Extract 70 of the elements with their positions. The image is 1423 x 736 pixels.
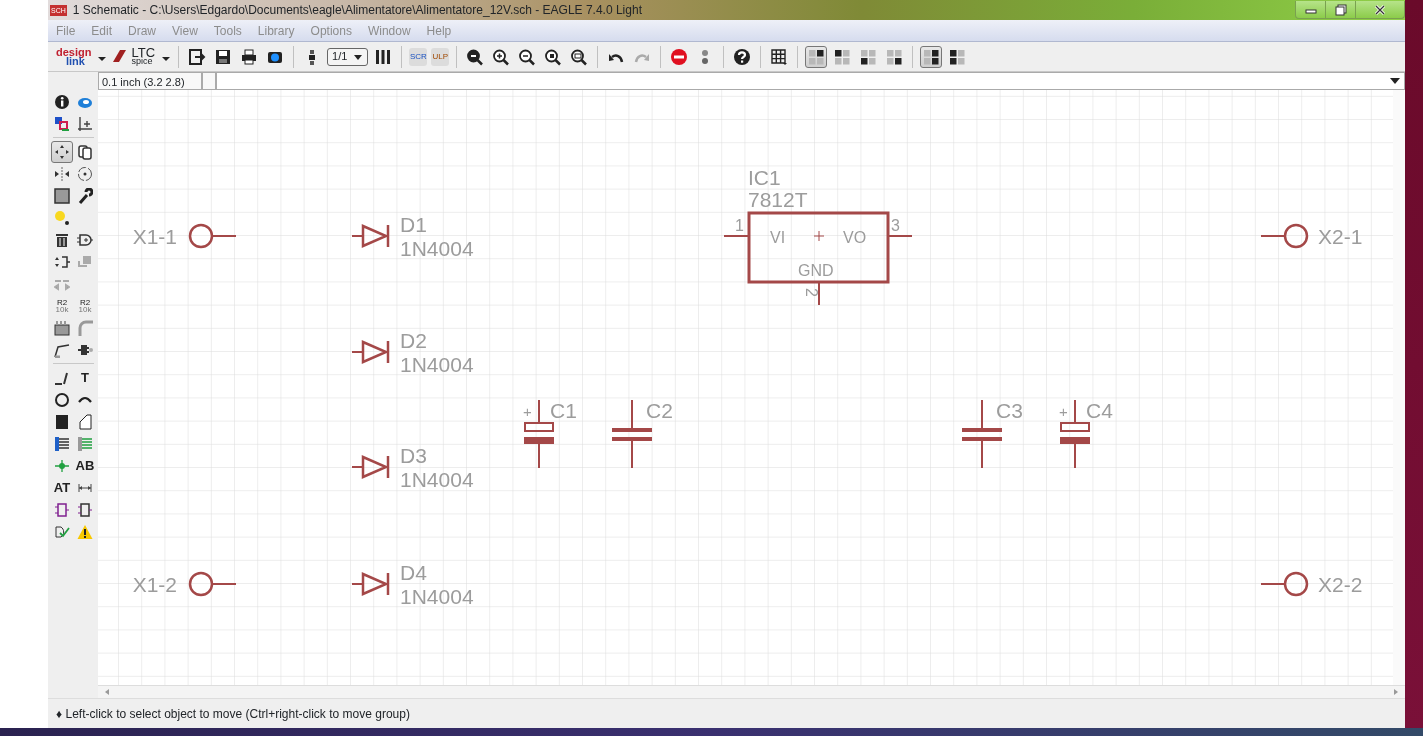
part-name: X2-2 [1318, 573, 1363, 596]
polarity-mark: + [1059, 403, 1068, 420]
connector-symbol [1260, 571, 1309, 597]
status-message: ♦ Left-click to select object to move (Ctrl+right-click to move group) [56, 705, 410, 723]
tool-button[interactable]: AT [51, 477, 73, 499]
menu-item[interactable]: Edit [83, 21, 121, 40]
menu-item[interactable]: Help [418, 21, 460, 40]
script-button[interactable]: SCR [409, 47, 428, 66]
scroll-right-icon[interactable] [1393, 688, 1399, 696]
part-name: X1-2 [132, 573, 177, 596]
part-name: D1 [400, 213, 427, 236]
diode-symbol [351, 572, 390, 596]
menu-item[interactable]: Tools [205, 21, 250, 40]
menu-item[interactable]: View [164, 21, 206, 40]
part-value: 1N4004 [400, 468, 474, 491]
input-field[interactable] [202, 72, 216, 90]
pin-number: 1 [735, 217, 744, 234]
window-title: 1 Schematic - C:\Users\Edgardo\Documents\eagle\Alimentatore\Alimentatore_12V.sch - EAGLE 7.4.0 Light [72, 2, 642, 19]
part-name: D4 [400, 561, 427, 584]
move-icon[interactable] [51, 141, 73, 163]
close-icon[interactable] [1373, 2, 1387, 17]
part-value: 1N4004 [400, 585, 474, 608]
pin-label: GND [798, 262, 834, 279]
schematic-canvas[interactable]: IC1 7812T 1 VI 3 VO 2 GND X1-1 D1 1N4004 X2-1 D2 1N4004 + C1 C2 C3 + C4 D3 1N4004 X1-2 D4 1N4004 X2-2 [98, 90, 1393, 685]
connector-symbol [188, 571, 237, 597]
brand-logo[interactable]: LTC spice [111, 47, 156, 66]
connector-symbol [1260, 223, 1309, 249]
part-name: C2 [646, 399, 673, 422]
connector-symbol [188, 223, 237, 249]
brand-logo[interactable]: design link [56, 47, 92, 66]
part-name: IC1 [748, 166, 781, 189]
script-button[interactable]: ULP [431, 47, 450, 66]
diode-symbol [351, 340, 390, 364]
part-name: C4 [1086, 399, 1113, 422]
pin-label: VI [770, 229, 786, 246]
pin-number: 2 [803, 288, 820, 297]
part-value: 1N4004 [400, 353, 474, 376]
coordinate-field: 0.1 inch (3.2 2.8) [98, 72, 202, 90]
part-name: C3 [996, 399, 1023, 422]
command-field[interactable] [216, 72, 1405, 90]
tool-button[interactable]: R2 10k [51, 295, 73, 317]
panel-layout-icon[interactable] [920, 45, 943, 68]
tool-button[interactable]: AB [74, 455, 96, 477]
restore-icon[interactable] [1333, 2, 1348, 17]
menu-item[interactable]: Window [359, 21, 419, 40]
part-name: D3 [400, 444, 427, 467]
diode-symbol [351, 224, 390, 248]
part-value: 1N4004 [400, 237, 474, 260]
pin-number: 3 [891, 217, 900, 234]
part-name: C1 [550, 399, 577, 422]
zoom-select[interactable]: 1/1 [327, 47, 369, 66]
scroll-left-icon[interactable] [104, 688, 110, 696]
tool-button[interactable]: R2 10k [74, 295, 96, 317]
menu-item[interactable]: Library [249, 21, 303, 40]
menu-item[interactable]: File [48, 21, 84, 40]
tool-button[interactable]: T [74, 367, 96, 389]
part-name: X1-1 [132, 225, 177, 248]
menu-item[interactable]: Options [302, 21, 360, 40]
part-name: D2 [400, 329, 427, 352]
layout-icon[interactable] [805, 45, 828, 68]
part-name: X2-1 [1318, 225, 1363, 248]
menu-item[interactable]: Draw [120, 21, 165, 40]
part-value: 7812T [748, 188, 808, 211]
caret-icon[interactable] [1390, 77, 1400, 85]
diode-symbol [351, 455, 390, 479]
horizontal-scrollbar[interactable] [98, 685, 1405, 698]
vertical-scrollbar[interactable] [1393, 90, 1405, 685]
polarity-mark: + [523, 403, 532, 420]
square-icon[interactable] [51, 185, 73, 207]
pin-label: VO [843, 229, 867, 246]
